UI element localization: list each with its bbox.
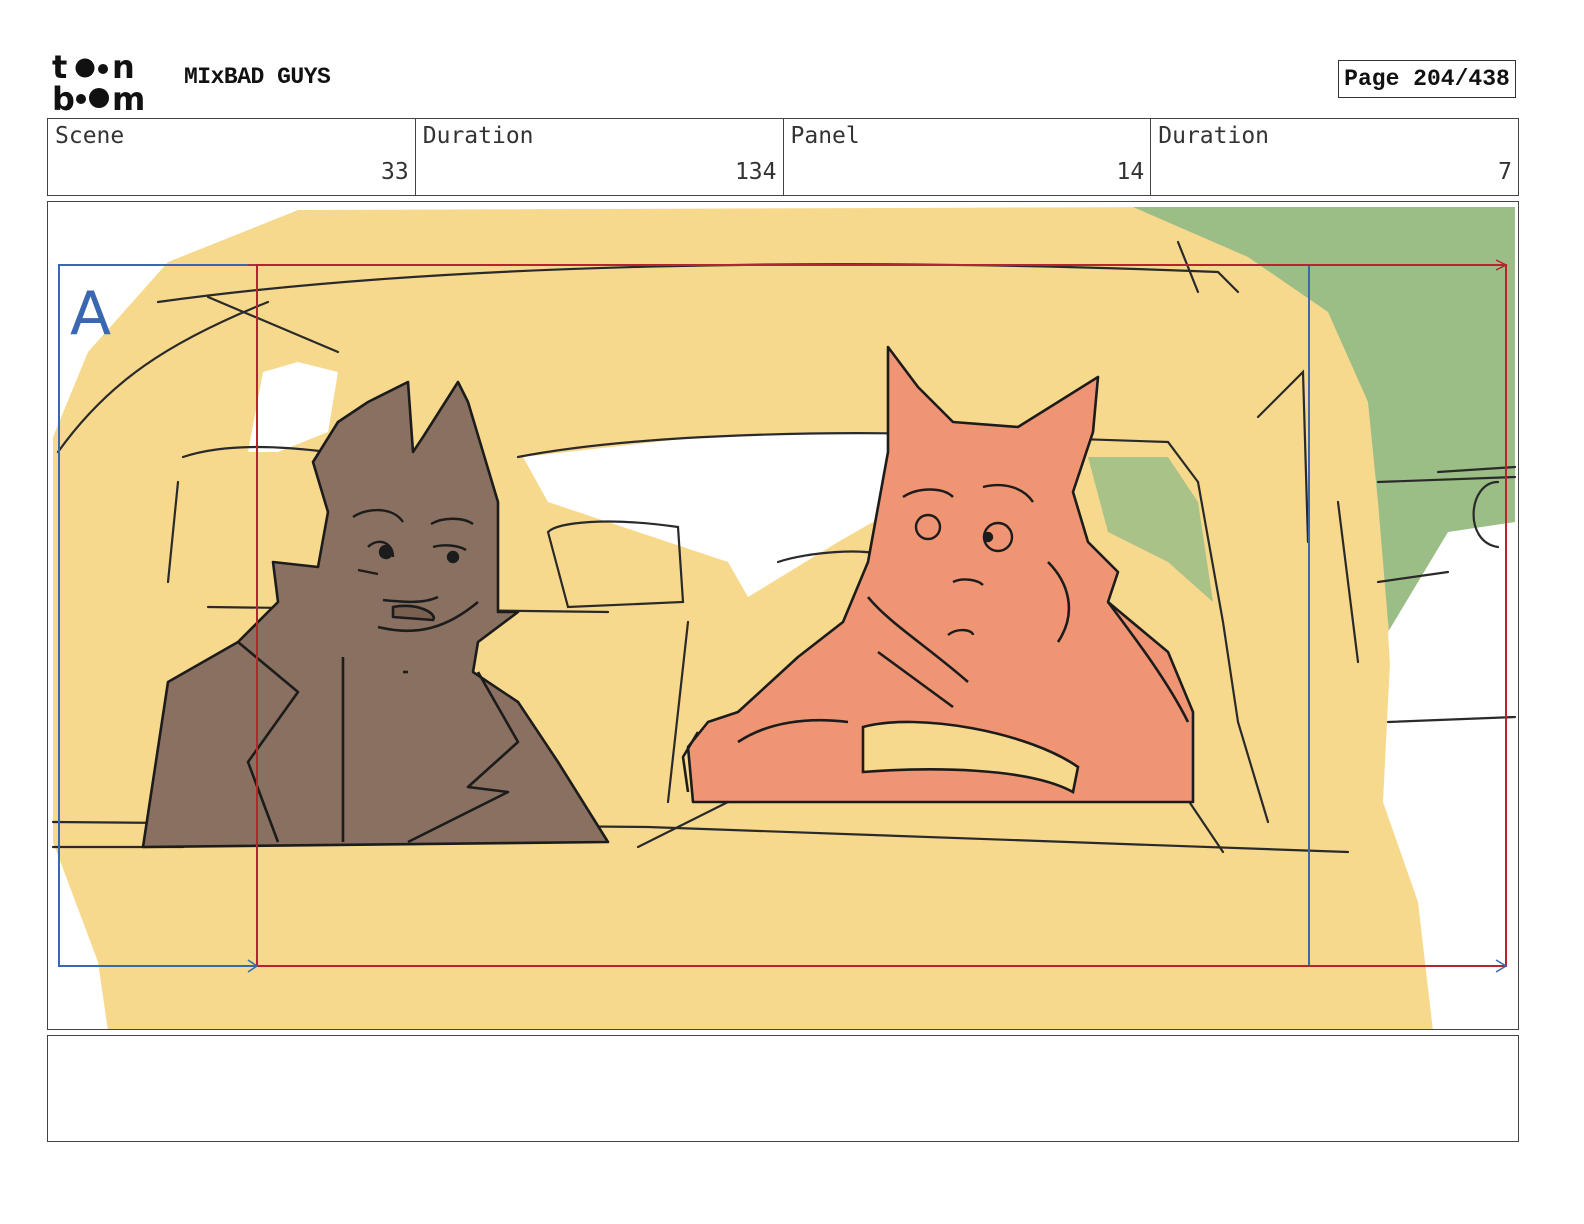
scene-duration-cell: Duration 134 bbox=[416, 119, 784, 195]
panel-notes-box[interactable] bbox=[47, 1035, 1519, 1142]
panel-label: Panel bbox=[790, 123, 860, 149]
camera-frame-label: A bbox=[70, 279, 112, 349]
scene-duration-label: Duration bbox=[422, 123, 534, 149]
panel-duration-cell: Duration 7 bbox=[1151, 119, 1518, 195]
scene-value: 33 bbox=[381, 159, 409, 185]
scene-label: Scene bbox=[55, 123, 125, 149]
panel-cell: Panel 14 bbox=[784, 119, 1152, 195]
page-indicator: Page 204/438 bbox=[1338, 60, 1516, 98]
svg-text:b: b bbox=[52, 80, 75, 114]
storyboard-panel: A bbox=[47, 201, 1519, 1030]
panel-info-row: Scene 33 Duration 134 Panel 14 Duration … bbox=[47, 118, 1519, 196]
panel-duration-label: Duration bbox=[1158, 123, 1270, 149]
panel-value: 14 bbox=[1116, 159, 1145, 185]
scene-cell: Scene 33 bbox=[48, 119, 416, 195]
project-title: MIxBAD GUYS bbox=[184, 64, 331, 90]
scene-duration-value: 134 bbox=[734, 159, 777, 185]
toon-boom-logo: t n b m bbox=[52, 52, 145, 114]
panel-duration-value: 7 bbox=[1498, 159, 1512, 185]
svg-text:m: m bbox=[112, 80, 145, 114]
panel-artwork bbox=[51, 207, 1517, 1029]
